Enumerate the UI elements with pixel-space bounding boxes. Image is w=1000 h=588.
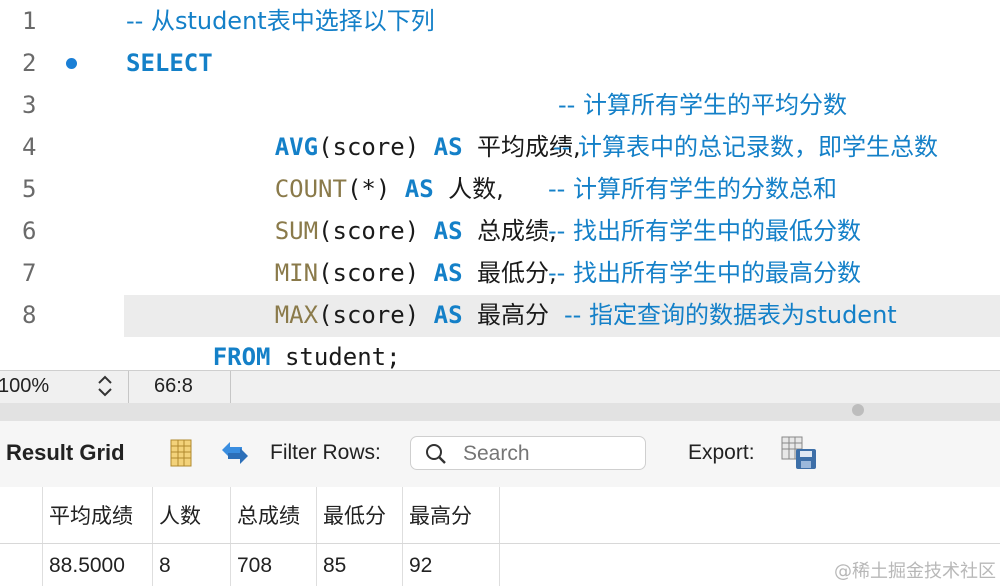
export-label: Export: <box>688 441 755 464</box>
divider <box>128 371 129 403</box>
zoom-level[interactable]: 100% <box>0 375 49 398</box>
grid-view-icon[interactable] <box>170 439 192 467</box>
keyword-from: FROM <box>212 343 271 371</box>
comment: -- 找出所有学生中的最低分数 <box>548 217 861 245</box>
comment: -- 指定查询的数据表为student <box>564 301 897 329</box>
code-line-2[interactable]: 2 SELECT <box>0 42 1000 84</box>
grid-header-row: 平均成绩 人数 总成绩 最低分 最高分 <box>0 487 1000 544</box>
line-number: 2 <box>22 49 37 77</box>
code-line-4[interactable]: 4 COUNT(*) AS 人数, -- 计算表中的总记录数，即学生总数 <box>0 126 1000 203</box>
splitter-handle-icon[interactable] <box>852 404 864 416</box>
code-line-7[interactable]: 7 MAX(score) AS 最高分 -- 找出所有学生中的最高分数 <box>0 252 1000 329</box>
line-number: 8 <box>22 301 37 329</box>
divider <box>230 371 231 403</box>
result-toolbar: Result Grid Filter Rows: Export: <box>0 421 1000 488</box>
comment: -- 计算所有学生的分数总和 <box>548 175 837 203</box>
column-header[interactable]: 平均成绩 <box>42 487 152 543</box>
line-number: 4 <box>22 133 37 161</box>
table-cell[interactable]: 85 <box>316 544 402 586</box>
column-header[interactable]: 人数 <box>152 487 230 543</box>
keyword-select: SELECT <box>126 49 213 77</box>
comment: -- 从student表中选择以下列 <box>126 7 435 35</box>
code-line-1[interactable]: 1 -- 从student表中选择以下列 <box>0 0 1000 42</box>
cursor-position: 66:8 <box>154 375 193 397</box>
line-number: 1 <box>22 7 37 35</box>
line-number: 7 <box>22 259 37 287</box>
result-grid-tab[interactable]: Result Grid <box>6 440 125 466</box>
filter-search-box[interactable] <box>410 436 646 470</box>
line-number: 3 <box>22 91 37 119</box>
search-input[interactable] <box>461 441 645 467</box>
panel-splitter[interactable] <box>0 403 1000 421</box>
comment: -- 计算所有学生的平均分数 <box>558 91 847 119</box>
column-header[interactable]: 最低分 <box>316 487 402 543</box>
code-line-3[interactable]: 3 AVG(score) AS 平均成绩, -- 计算所有学生的平均分数 <box>0 84 1000 161</box>
export-icon[interactable] <box>780 435 818 471</box>
watermark: @稀土掘金技术社区 <box>834 561 996 582</box>
table-name: student; <box>270 343 401 371</box>
sql-editor[interactable]: 1 -- 从student表中选择以下列 2 SELECT 3 AVG(scor… <box>0 0 1000 371</box>
column-header[interactable]: 最高分 <box>402 487 500 543</box>
breakpoint-dot-icon[interactable] <box>66 58 77 69</box>
comment: -- 找出所有学生中的最高分数 <box>548 259 861 287</box>
column-header[interactable]: 总成绩 <box>230 487 316 543</box>
code-line-6[interactable]: 6 MIN(score) AS 最低分, -- 找出所有学生中的最低分数 <box>0 210 1000 287</box>
refresh-icon[interactable] <box>218 438 252 468</box>
search-icon <box>425 443 447 465</box>
line-number: 6 <box>22 217 37 245</box>
line-number: 5 <box>22 175 37 203</box>
code-line-8[interactable]: 8 FROM student; -- 指定查询的数据表为student <box>0 294 1000 371</box>
table-cell[interactable]: 88.5000 <box>42 544 152 586</box>
table-cell[interactable]: 708 <box>230 544 316 586</box>
table-cell[interactable]: 92 <box>402 544 500 586</box>
zoom-stepper-icon[interactable] <box>94 373 116 399</box>
comment: -- 计算表中的总记录数，即学生总数 <box>553 133 938 161</box>
editor-status-bar: 100% 66:8 <box>0 370 1000 404</box>
filter-rows-label: Filter Rows: <box>270 441 381 464</box>
code-line-5[interactable]: 5 SUM(score) AS 总成绩, -- 计算所有学生的分数总和 <box>0 168 1000 245</box>
table-cell[interactable]: 8 <box>152 544 230 586</box>
